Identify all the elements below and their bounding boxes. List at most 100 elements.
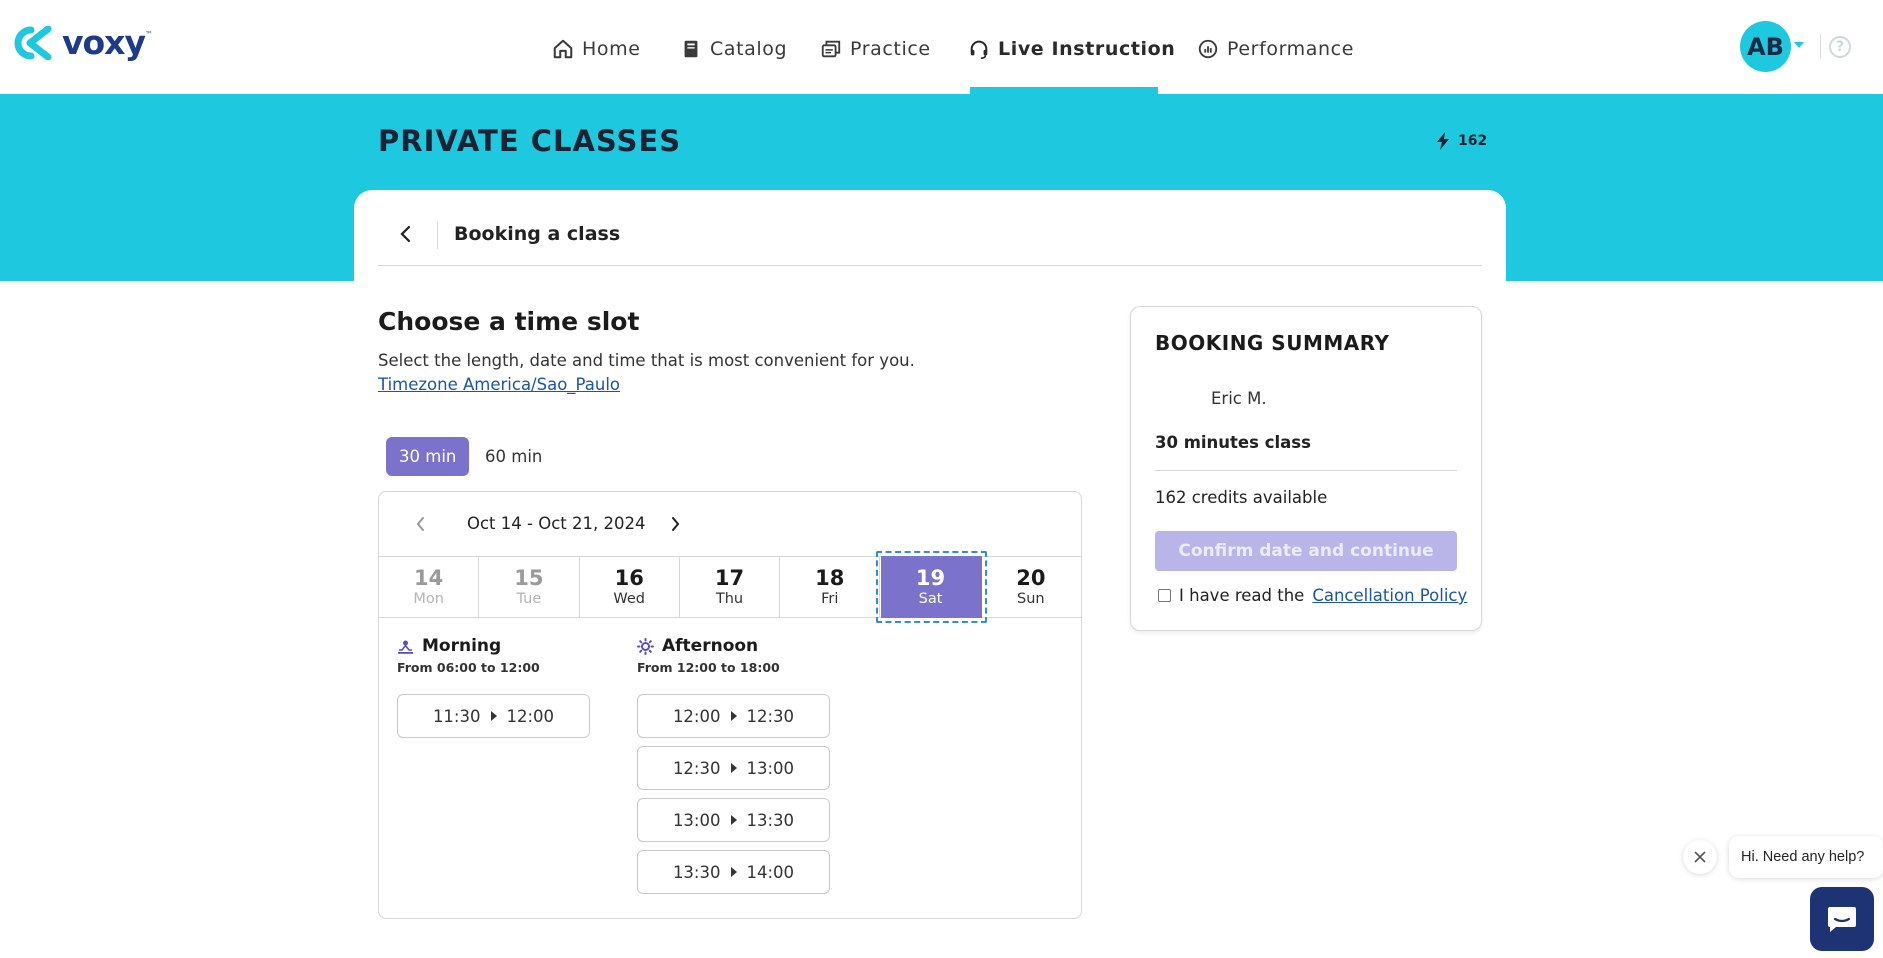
- nav-live-instruction-label: Live Instruction: [998, 38, 1176, 60]
- time-slot-description: Select the length, date and time that is…: [378, 351, 915, 370]
- chat-icon: [1828, 907, 1856, 932]
- chat-greeting[interactable]: Hi. Need any help?: [1729, 836, 1883, 878]
- arrow-right-icon: [730, 867, 737, 877]
- day-name: Fri: [821, 591, 839, 607]
- nav-live-instruction[interactable]: Live Instruction: [968, 36, 1175, 62]
- slot-button[interactable]: 12:30 13:00: [637, 746, 830, 790]
- policy-row: I have read the Cancellation Policy: [1158, 586, 1467, 605]
- day-number: 16: [614, 566, 644, 590]
- day-selector: 14 Mon 15 Tue 16 Wed 17 Thu 18 Fri 19 Sa…: [379, 551, 1081, 623]
- nav-performance-label: Performance: [1227, 38, 1355, 60]
- teacher-name: Eric M.: [1211, 389, 1267, 408]
- day-number: 14: [414, 566, 444, 590]
- day-19-selected[interactable]: 19 Sat: [876, 551, 988, 623]
- arrow-right-icon: [490, 711, 497, 721]
- sun-icon: [637, 637, 654, 655]
- day-name: Sat: [918, 591, 943, 607]
- lightning-icon: [1437, 132, 1449, 150]
- day-name: Tue: [516, 591, 542, 607]
- home-icon: [553, 39, 573, 59]
- day-18[interactable]: 18 Fri: [780, 557, 881, 617]
- afternoon-title: Afternoon: [662, 636, 759, 656]
- slot-button[interactable]: 11:30 12:00: [397, 694, 590, 738]
- day-14: 14 Mon: [379, 557, 480, 617]
- slot-start: 13:30: [672, 862, 721, 882]
- length-30-button[interactable]: 30 min: [386, 437, 470, 476]
- arrow-right-icon: [730, 763, 737, 773]
- nav-practice[interactable]: Practice: [820, 36, 931, 62]
- day-name: Wed: [613, 591, 646, 607]
- day-name: Thu: [715, 591, 744, 607]
- class-length: 30 minutes class: [1155, 433, 1311, 452]
- arrow-right-icon: [730, 815, 737, 825]
- nav-catalog[interactable]: Catalog: [680, 36, 787, 62]
- arrow-right-icon: [730, 711, 737, 721]
- slot-start: 13:00: [672, 810, 721, 830]
- help-icon[interactable]: ?: [1829, 36, 1851, 58]
- summary-divider: [1155, 470, 1457, 471]
- gauge-icon: [1198, 39, 1218, 59]
- chevron-left-icon: [400, 225, 411, 243]
- policy-checkbox[interactable]: [1158, 589, 1171, 602]
- day-20[interactable]: 20 Sun: [981, 557, 1081, 617]
- day-number: 19: [915, 566, 946, 590]
- slot-start: 12:30: [672, 758, 721, 778]
- sunrise-icon: [398, 640, 413, 654]
- length-60-button[interactable]: 60 min: [472, 437, 555, 476]
- day-15: 15 Tue: [479, 557, 580, 617]
- slot-end: 13:30: [746, 810, 795, 830]
- day-16[interactable]: 16 Wed: [580, 557, 680, 617]
- time-slot-title: Choose a time slot: [378, 307, 640, 336]
- slot-button[interactable]: 12:00 12:30: [637, 694, 830, 738]
- prev-week-button[interactable]: [410, 513, 430, 535]
- practice-icon: [821, 40, 841, 58]
- next-week-button[interactable]: [665, 513, 685, 535]
- confirm-button[interactable]: Confirm date and continue: [1155, 531, 1457, 571]
- week-range: Oct 14 - Oct 21, 2024: [467, 514, 646, 533]
- credits-count: 162: [1458, 133, 1488, 149]
- chevron-left-icon: [416, 517, 424, 531]
- slot-button[interactable]: 13:30 14:00: [637, 850, 830, 894]
- nav-practice-label: Practice: [850, 38, 931, 60]
- day-number: 18: [815, 566, 845, 590]
- credits-available: 162 credits available: [1155, 488, 1328, 507]
- nav-home[interactable]: Home: [552, 36, 641, 62]
- chat-dismiss-button[interactable]: [1683, 840, 1717, 874]
- afternoon-heading: Afternoon: [637, 636, 758, 656]
- main-nav: Home Catalog Practice Live Instruction P…: [0, 0, 1883, 94]
- slot-start: 11:30: [432, 706, 481, 726]
- headset-icon: [970, 40, 988, 59]
- nav-performance[interactable]: Performance: [1197, 36, 1354, 62]
- cancellation-policy-link[interactable]: Cancellation Policy: [1312, 586, 1467, 605]
- summary-title: BOOKING SUMMARY: [1155, 331, 1390, 355]
- credits-indicator: 162: [1436, 132, 1487, 150]
- nav-home-label: Home: [582, 38, 641, 60]
- slot-end: 14:00: [746, 862, 795, 882]
- slot-end: 13:00: [746, 758, 795, 778]
- slot-end: 12:00: [506, 706, 555, 726]
- day-17[interactable]: 17 Thu: [680, 557, 781, 617]
- day-number: 15: [514, 566, 544, 590]
- chat-launcher-button[interactable]: [1810, 887, 1874, 951]
- page-title: PRIVATE CLASSES: [378, 124, 682, 158]
- day-number: 17: [714, 566, 745, 590]
- morning-title: Morning: [422, 636, 502, 656]
- nav-catalog-label: Catalog: [710, 38, 788, 60]
- back-button[interactable]: [394, 222, 418, 246]
- day-name: Sun: [1017, 591, 1045, 607]
- afternoon-range: From 12:00 to 18:00: [637, 660, 780, 675]
- slot-end: 12:30: [746, 706, 795, 726]
- booking-header-title: Booking a class: [454, 223, 621, 245]
- header-separator: [437, 221, 438, 249]
- slot-button[interactable]: 13:00 13:30: [637, 798, 830, 842]
- chevron-right-icon: [671, 517, 679, 531]
- avatar-caret-icon[interactable]: [1794, 42, 1804, 48]
- slot-start: 12:00: [672, 706, 721, 726]
- user-avatar[interactable]: AB: [1740, 21, 1791, 72]
- day-name: Mon: [413, 591, 444, 607]
- morning-heading: Morning: [397, 636, 501, 656]
- top-navbar: voxy ™ Home Catalog Practice Live Instru…: [0, 0, 1883, 94]
- morning-range: From 06:00 to 12:00: [397, 660, 540, 675]
- close-icon: [1694, 851, 1706, 863]
- timezone-link[interactable]: Timezone America/Sao_Paulo: [378, 375, 620, 394]
